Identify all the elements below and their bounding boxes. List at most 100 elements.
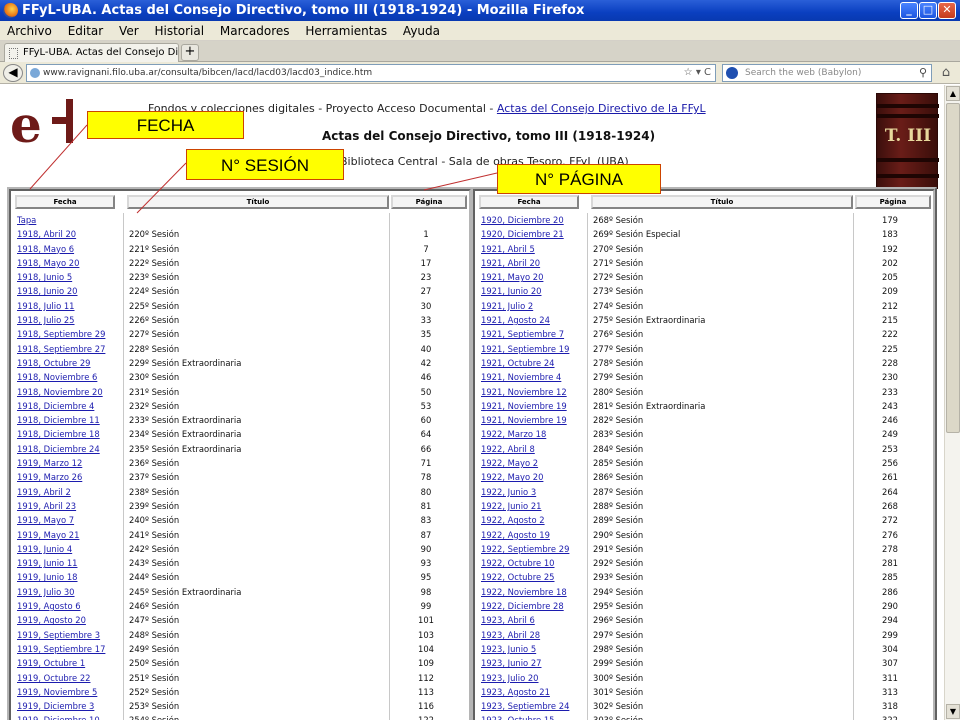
session-date-link[interactable]: 1922, Junio 3 (481, 485, 536, 499)
session-date-link[interactable]: 1919, Junio 11 (17, 556, 78, 570)
menu-herramientas[interactable]: Herramientas (300, 21, 392, 41)
menu-historial[interactable]: Historial (149, 21, 209, 41)
session-date-link[interactable]: 1918, Septiembre 27 (17, 342, 105, 356)
session-date-link[interactable]: 1918, Diciembre 4 (17, 399, 94, 413)
session-date-link[interactable]: 1922, Marzo 18 (481, 427, 546, 441)
session-date-link[interactable]: 1922, Noviembre 18 (481, 585, 567, 599)
page-number: 179 (882, 215, 898, 225)
session-date-link[interactable]: 1922, Mayo 2 (481, 456, 538, 470)
session-date-link[interactable]: 1923, Julio 20 (481, 671, 539, 685)
site-logo[interactable]: e (8, 95, 76, 154)
session-date-link[interactable]: 1918, Septiembre 29 (17, 327, 105, 341)
session-date-link[interactable]: 1921, Septiembre 19 (481, 342, 569, 356)
session-date-link[interactable]: 1922, Junio 21 (481, 499, 542, 513)
scroll-up-arrow[interactable]: ▲ (946, 86, 960, 101)
bookmark-reload-icons[interactable]: ☆ ▾ C (684, 65, 711, 81)
session-date-link[interactable]: 1923, Junio 27 (481, 656, 542, 670)
search-icon[interactable]: ⚲ (919, 65, 927, 81)
session-date-link[interactable]: 1921, Julio 2 (481, 299, 533, 313)
session-date-link[interactable]: 1921, Noviembre 4 (481, 370, 561, 384)
breadcrumb-link[interactable]: Actas del Consejo Directivo de la FFyL (497, 102, 706, 115)
session-date-link[interactable]: 1923, Abril 28 (481, 628, 540, 642)
session-date-link[interactable]: 1921, Junio 20 (481, 284, 542, 298)
close-button[interactable]: ✕ (938, 2, 956, 19)
session-date-link[interactable]: Tapa (17, 213, 36, 227)
vertical-scrollbar[interactable]: ▲ ▼ (944, 85, 960, 720)
session-date-link[interactable]: 1918, Junio 20 (17, 284, 78, 298)
menu-archivo[interactable]: Archivo (2, 21, 57, 41)
new-tab-button[interactable]: + (181, 44, 199, 61)
session-date-link[interactable]: 1919, Marzo 12 (17, 456, 82, 470)
session-date-link[interactable]: 1922, Septiembre 29 (481, 542, 569, 556)
session-date-link[interactable]: 1919, Septiembre 3 (17, 628, 100, 642)
session-date-link[interactable]: 1919, Agosto 6 (17, 599, 81, 613)
session-date-link[interactable]: 1919, Junio 18 (17, 570, 78, 584)
session-date-link[interactable]: 1921, Octubre 24 (481, 356, 554, 370)
session-date-link[interactable]: 1921, Abril 20 (481, 256, 540, 270)
session-date-link[interactable]: 1918, Mayo 6 (17, 242, 74, 256)
session-date-link[interactable]: 1919, Abril 2 (17, 485, 71, 499)
session-date-link[interactable]: 1923, Agosto 21 (481, 685, 550, 699)
session-date-link[interactable]: 1918, Noviembre 6 (17, 370, 97, 384)
scroll-down-arrow[interactable]: ▼ (946, 704, 960, 719)
session-date-link[interactable]: 1918, Noviembre 20 (17, 385, 103, 399)
session-date-link[interactable]: 1922, Diciembre 28 (481, 599, 564, 613)
url-bar[interactable]: www.ravignani.filo.uba.ar/consulta/bibce… (26, 64, 716, 82)
session-date-link[interactable]: 1918, Diciembre 11 (17, 413, 100, 427)
session-date-link[interactable]: 1919, Mayo 21 (17, 528, 79, 542)
back-button[interactable]: ◀ (3, 64, 23, 82)
session-date-link[interactable]: 1918, Diciembre 24 (17, 442, 100, 456)
table-row: 1919, Junio 11 243º Sesión 93 (11, 556, 469, 570)
session-date-link[interactable]: 1920, Diciembre 20 (481, 213, 564, 227)
session-date-link[interactable]: 1919, Septiembre 17 (17, 642, 105, 656)
session-date-link[interactable]: 1922, Agosto 19 (481, 528, 550, 542)
session-date-link[interactable]: 1921, Septiembre 7 (481, 327, 564, 341)
session-date-link[interactable]: 1918, Abril 20 (17, 227, 76, 241)
session-date-link[interactable]: 1923, Junio 5 (481, 642, 536, 656)
session-date-link[interactable]: 1922, Octubre 25 (481, 570, 554, 584)
session-date-link[interactable]: 1919, Marzo 26 (17, 470, 82, 484)
session-date-link[interactable]: 1919, Noviembre 5 (17, 685, 97, 699)
menu-ayuda[interactable]: Ayuda (398, 21, 445, 41)
browser-tab[interactable]: FFyL-UBA. Actas del Consejo Directiv... (4, 43, 179, 62)
session-date-link[interactable]: 1922, Agosto 2 (481, 513, 545, 527)
session-date-link[interactable]: 1918, Diciembre 18 (17, 427, 100, 441)
window-title-bar[interactable]: FFyL-UBA. Actas del Consejo Directivo, t… (0, 0, 960, 21)
session-date-link[interactable]: 1922, Mayo 20 (481, 470, 543, 484)
menu-ver[interactable]: Ver (114, 21, 144, 41)
session-date-link[interactable]: 1919, Diciembre 3 (17, 699, 94, 713)
maximize-button[interactable]: □ (919, 2, 937, 19)
session-date-link[interactable]: 1923, Abril 6 (481, 613, 535, 627)
session-date-link[interactable]: 1919, Agosto 20 (17, 613, 86, 627)
session-date-link[interactable]: 1918, Octubre 29 (17, 356, 90, 370)
session-date-link[interactable]: 1918, Julio 25 (17, 313, 75, 327)
session-date-link[interactable]: 1921, Mayo 20 (481, 270, 543, 284)
minimize-button[interactable]: _ (900, 2, 918, 19)
home-button[interactable]: ⌂ (938, 65, 954, 81)
session-date-link[interactable]: 1921, Noviembre 19 (481, 399, 567, 413)
session-date-link[interactable]: 1919, Mayo 7 (17, 513, 74, 527)
session-date-link[interactable]: 1921, Noviembre 12 (481, 385, 567, 399)
session-date-link[interactable]: 1918, Mayo 20 (17, 256, 79, 270)
session-date-link[interactable]: 1919, Abril 23 (17, 499, 76, 513)
session-date-link[interactable]: 1922, Octubre 10 (481, 556, 554, 570)
session-date-link[interactable]: 1921, Abril 5 (481, 242, 535, 256)
session-date-link[interactable]: 1918, Julio 11 (17, 299, 75, 313)
session-date-link[interactable]: 1921, Noviembre 19 (481, 413, 567, 427)
menu-marcadores[interactable]: Marcadores (215, 21, 295, 41)
search-bar[interactable]: Search the web (Babylon) ⚲ (722, 64, 932, 82)
session-date-link[interactable]: 1919, Octubre 1 (17, 656, 85, 670)
menu-editar[interactable]: Editar (63, 21, 109, 41)
session-date-link[interactable]: 1920, Diciembre 21 (481, 227, 564, 241)
session-date-link[interactable]: 1918, Junio 5 (17, 270, 72, 284)
session-date-link[interactable]: 1921, Agosto 24 (481, 313, 550, 327)
search-engine-icon[interactable] (726, 67, 738, 79)
scrollbar-thumb[interactable] (946, 103, 960, 433)
session-date-link[interactable]: 1923, Septiembre 24 (481, 699, 569, 713)
session-date-link[interactable]: 1919, Octubre 22 (17, 671, 90, 685)
session-date-link[interactable]: 1919, Julio 30 (17, 585, 75, 599)
session-date-link[interactable]: 1919, Diciembre 10 (17, 713, 100, 720)
session-date-link[interactable]: 1923, Octubre 15 (481, 713, 554, 720)
session-date-link[interactable]: 1922, Abril 8 (481, 442, 535, 456)
session-date-link[interactable]: 1919, Junio 4 (17, 542, 72, 556)
